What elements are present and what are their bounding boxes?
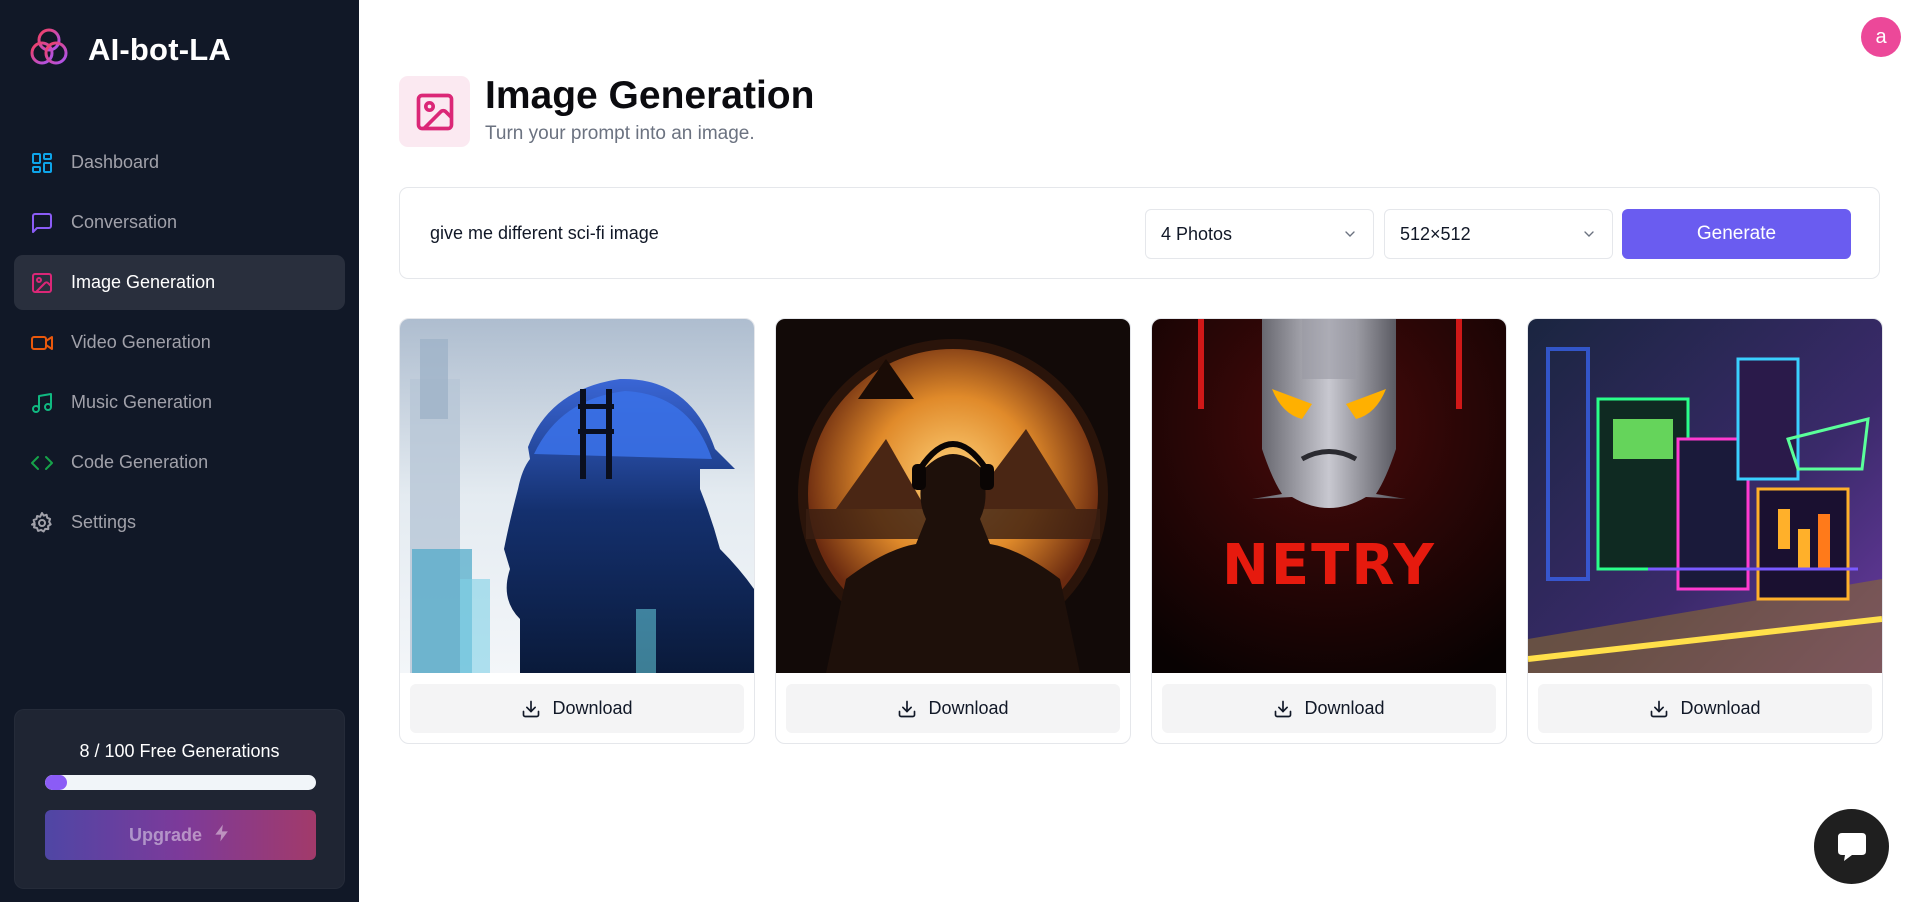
download-button[interactable]: Download bbox=[786, 684, 1120, 733]
chevron-down-icon bbox=[1584, 231, 1594, 237]
brand[interactable]: AI-bot-LA bbox=[28, 26, 231, 73]
download-label: Download bbox=[928, 698, 1009, 718]
upgrade-button[interactable]: Upgrade bbox=[45, 810, 316, 860]
sidebar-item-label: Music Generation bbox=[71, 392, 213, 412]
usage-progress-bar bbox=[45, 775, 316, 790]
sidebar-item-label: Dashboard bbox=[71, 152, 160, 172]
result-card: Download bbox=[1527, 318, 1883, 744]
image-icon bbox=[30, 271, 54, 295]
sidebar-item-settings[interactable]: Settings bbox=[14, 495, 345, 550]
sidebar-nav: Dashboard Conversation Image Generation bbox=[14, 135, 345, 555]
generate-button[interactable]: Generate bbox=[1622, 209, 1851, 259]
generated-image bbox=[1528, 319, 1882, 673]
gear-icon bbox=[30, 511, 54, 535]
photo-count-value: 4 Photos bbox=[1161, 223, 1233, 244]
generated-image bbox=[776, 319, 1130, 673]
usage-progress-fill bbox=[45, 775, 67, 790]
logo-icon bbox=[28, 26, 70, 73]
upgrade-label: Upgrade bbox=[128, 824, 202, 845]
sidebar-item-music-generation[interactable]: Music Generation bbox=[14, 375, 345, 430]
sidebar-item-label: Video Generation bbox=[71, 332, 211, 352]
dashboard-icon bbox=[30, 151, 54, 175]
zap-icon bbox=[202, 823, 232, 848]
download-icon bbox=[1651, 700, 1668, 717]
support-chat-button[interactable] bbox=[1814, 809, 1889, 884]
video-icon bbox=[30, 331, 54, 355]
sidebar-item-code-generation[interactable]: Code Generation bbox=[14, 435, 345, 490]
prompt-input[interactable] bbox=[430, 216, 1130, 250]
poster-caption: NETRY bbox=[1222, 533, 1436, 598]
free-usage-panel: 8 / 100 Free Generations Upgrade bbox=[14, 709, 345, 889]
prompt-form: 4 Photos 512×512 Generate bbox=[399, 187, 1880, 279]
download-button[interactable]: Download bbox=[1162, 684, 1496, 733]
sidebar-item-image-generation[interactable]: Image Generation bbox=[14, 255, 345, 310]
page-subtitle: Turn your prompt into an image. bbox=[485, 123, 755, 144]
sidebar-item-conversation[interactable]: Conversation bbox=[14, 195, 345, 250]
music-icon bbox=[30, 391, 54, 415]
avatar-letter: a bbox=[1875, 25, 1887, 48]
download-button[interactable]: Download bbox=[410, 684, 744, 733]
code-icon bbox=[30, 451, 54, 475]
sidebar-item-label: Settings bbox=[71, 512, 137, 532]
sidebar-item-label: Code Generation bbox=[71, 452, 209, 472]
photo-count-select[interactable]: 4 Photos bbox=[1145, 209, 1374, 259]
message-square-icon bbox=[30, 211, 54, 235]
page-title: Image Generation bbox=[485, 74, 815, 117]
heading-image-icon bbox=[399, 76, 470, 147]
result-card: Download bbox=[399, 318, 755, 744]
download-label: Download bbox=[552, 698, 633, 718]
chevron-down-icon bbox=[1345, 231, 1355, 237]
download-button[interactable]: Download bbox=[1538, 684, 1872, 733]
download-label: Download bbox=[1680, 698, 1761, 718]
download-icon bbox=[1275, 700, 1292, 717]
sidebar: AI-bot-LA Dashboard Conversation Image G… bbox=[0, 0, 359, 902]
sidebar-item-video-generation[interactable]: Video Generation bbox=[14, 315, 345, 370]
chat-icon bbox=[1837, 832, 1866, 861]
sidebar-item-label: Conversation bbox=[71, 212, 178, 232]
usage-counter: 8 / 100 Free Generations bbox=[79, 741, 280, 761]
result-card: NETRY Download bbox=[1151, 318, 1507, 744]
brand-name: AI-bot-LA bbox=[88, 31, 231, 67]
generated-image bbox=[400, 319, 754, 673]
resolution-value: 512×512 bbox=[1400, 223, 1471, 244]
download-icon bbox=[899, 700, 916, 717]
result-card: Download bbox=[775, 318, 1131, 744]
sidebar-item-label: Image Generation bbox=[71, 272, 216, 292]
resolution-select[interactable]: 512×512 bbox=[1384, 209, 1613, 259]
sidebar-item-dashboard[interactable]: Dashboard bbox=[14, 135, 345, 190]
download-icon bbox=[523, 700, 540, 717]
avatar[interactable]: a bbox=[1861, 17, 1901, 57]
generated-image: NETRY bbox=[1152, 319, 1506, 673]
download-label: Download bbox=[1304, 698, 1385, 718]
